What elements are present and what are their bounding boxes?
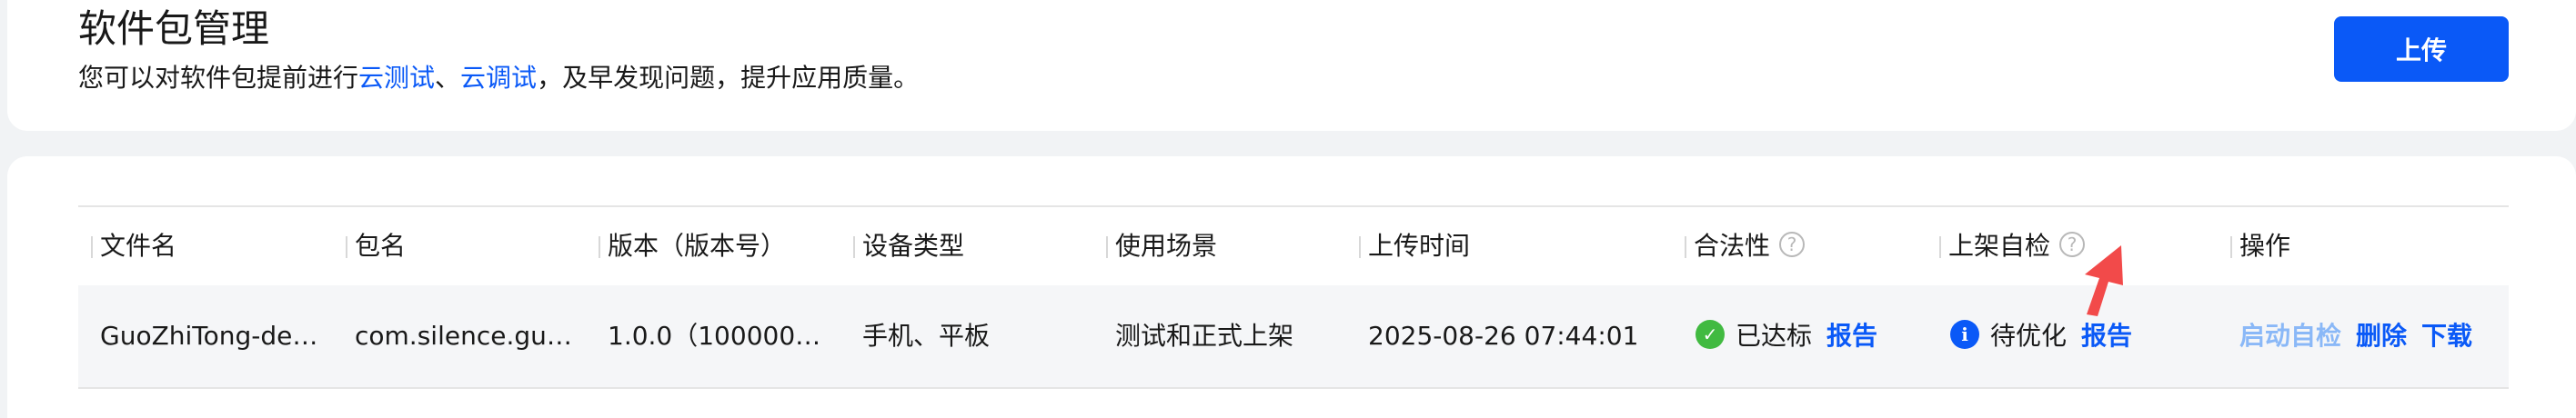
column-header-upload-time: 上传时间 [1359,207,1471,285]
page-description: 您可以对软件包提前进行云测试、云调试，及早发现问题，提升应用质量。 [78,60,919,96]
column-label: 上传时间 [1368,231,1471,261]
selfcheck-status: 待优化 [1990,321,2068,351]
legality-help-icon[interactable]: ? [1779,232,1806,257]
column-label: 操作 [2239,231,2291,261]
column-label: 版本（版本号） [608,231,787,261]
cell-actions: 启动自检 删除 下载 [2239,285,2509,387]
check-circle-icon: ✓ [1696,320,1725,349]
column-label: 上架自检 [1948,231,2051,261]
column-header-file-name: 文件名 [91,207,177,285]
cell-file-name[interactable]: GuoZhiTong-default-signed.hap [100,285,318,387]
desc-separator: 、 [435,63,461,93]
column-label: 包名 [355,231,407,261]
cell-legality: ✓ 已达标 报告 [1696,285,1941,387]
cell-scenario: 测试和正式上架 [1115,321,1294,351]
column-header-version: 版本（版本号） [599,207,787,285]
column-label: 设备类型 [862,231,965,261]
selfcheck-report-link[interactable]: 报告 [2081,321,2132,351]
cell-device-type: 手机、平板 [862,321,991,351]
column-header-selfcheck: 上架自检? [1939,207,2086,285]
column-header-actions: 操作 [2230,207,2291,285]
delete-button[interactable]: 删除 [2356,321,2407,351]
cloud-debug-link[interactable]: 云调试 [460,63,537,93]
column-header-legality: 合法性? [1685,207,1806,285]
info-circle-icon: i [1950,320,1979,349]
column-header-device-type: 设备类型 [853,207,965,285]
upload-button[interactable]: 上传 [2334,16,2509,82]
download-button[interactable]: 下载 [2421,321,2472,351]
column-header-package-name: 包名 [346,207,407,285]
desc-prefix: 您可以对软件包提前进行 [78,63,359,93]
page-title: 软件包管理 [78,6,270,51]
table-header: 文件名 包名 版本（版本号） 设备类型 使用场景 上传时间 合法性? 上架自检?… [78,205,2509,285]
column-label: 文件名 [100,231,177,261]
cell-version: 1.0.0（1000000） [608,321,826,351]
legality-report-link[interactable]: 报告 [1826,321,1877,351]
cloud-test-link[interactable]: 云测试 [358,63,435,93]
table-row: GuoZhiTong-default-signed.hap com.silenc… [78,285,2509,389]
cell-upload-time: 2025-08-26 07:44:01 [1368,321,1639,351]
red-arrow-cursor-icon [2085,245,2123,316]
legality-status: 已达标 [1736,321,1813,351]
package-table: 文件名 包名 版本（版本号） 设备类型 使用场景 上传时间 合法性? 上架自检?… [78,205,2509,389]
desc-suffix: ，及早发现问题，提升应用质量。 [537,63,920,93]
column-header-scenario: 使用场景 [1106,207,1218,285]
column-label: 使用场景 [1115,231,1218,261]
column-label: 合法性 [1694,231,1771,261]
cell-package-name: com.silence.guozhitong [355,321,573,351]
start-selfcheck-button[interactable]: 启动自检 [2239,321,2341,351]
